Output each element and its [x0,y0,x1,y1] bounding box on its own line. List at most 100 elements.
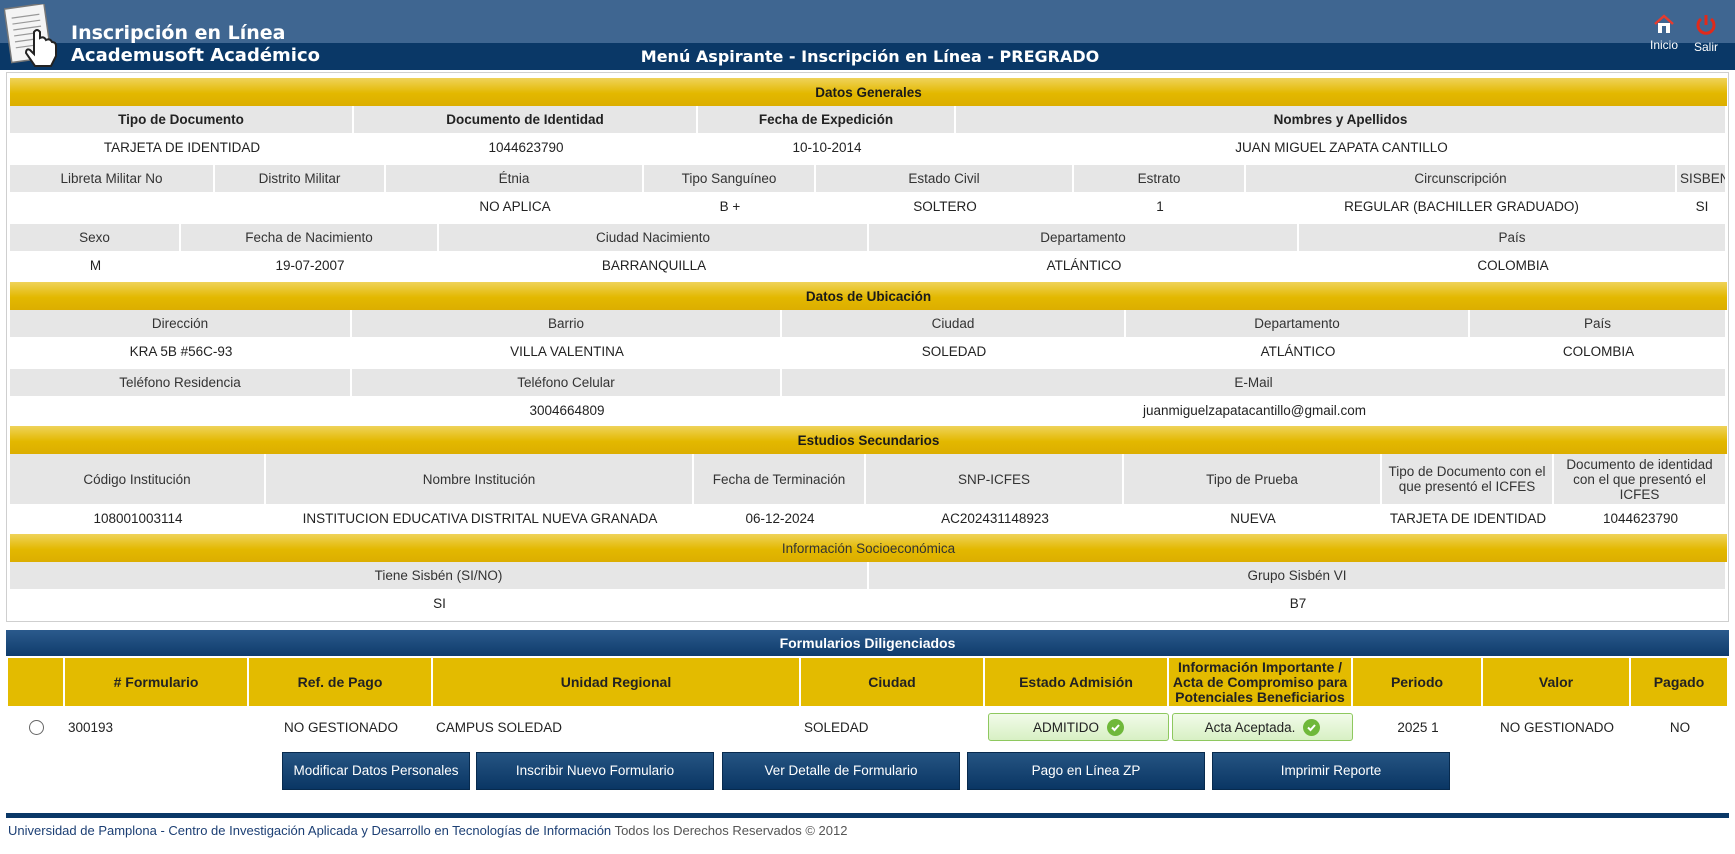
home-label: Inicio [1650,38,1679,52]
value-address: KRA 5B #56C-93 [10,337,352,365]
forms-table: # Formulario Ref. de Pago Unidad Regiona… [8,658,1729,748]
new-form-button[interactable]: Inscribir Nuevo Formulario [476,752,714,790]
secondary-studies-section: Estudios Secundarios Código Institución … [10,426,1727,532]
col-select [8,658,65,706]
value-country: COLOMBIA [1470,337,1727,365]
label-department: Departamento [1126,310,1470,337]
value-stratum: 1 [1074,192,1246,220]
value-test-type: NUEVA [1124,504,1382,532]
value-doc-type: TARJETA DE IDENTIDAD [10,133,354,161]
label-doc-type: Tipo de Documento [10,106,354,133]
label-civil-status: Estado Civil [816,165,1074,192]
value-civil-status: SOLTERO [816,192,1074,220]
location-row2: Teléfono Residencia Teléfono Celular E-M… [10,369,1727,424]
general-data-row3: Sexo Fecha de Nacimiento Ciudad Nacimien… [10,224,1727,279]
label-issue-date: Fecha de Expedición [698,106,956,133]
footer-divider [6,813,1729,818]
label-military-district: Distrito Militar [215,165,386,192]
form-detail-button[interactable]: Ver Detalle de Formulario [722,752,960,790]
value-sisben-group: B7 [869,589,1727,617]
value-period: 2025 1 [1397,719,1439,735]
check-icon [1107,718,1124,736]
value-form-number: 300193 [68,719,114,735]
home-link[interactable]: Inicio [1650,14,1678,52]
document-hand-icon [3,2,64,74]
value-department: ATLÁNTICO [1126,337,1470,365]
online-payment-button[interactable]: Pago en Línea ZP [967,752,1205,790]
label-military-card: Libreta Militar No [10,165,215,192]
value-military-district [215,192,386,220]
table-row[interactable]: 300193 NO GESTIONADO CAMPUS SOLEDAD SOLE… [8,706,1729,748]
label-birth-city: Ciudad Nacimiento [439,224,869,251]
power-icon [1694,14,1718,39]
value-ethnicity: NO APLICA [386,192,644,220]
logout-link[interactable]: Salir [1694,14,1718,54]
value-paid: NO [1669,719,1691,735]
value-regional-unit: CAMPUS SOLEDAD [436,719,563,735]
label-blood-type: Tipo Sanguíneo [644,165,816,192]
label-doc-id: Documento de Identidad [354,106,698,133]
value-country: COLOMBIA [1299,251,1727,279]
label-neighborhood: Barrio [352,310,782,337]
label-sisben-group: Grupo Sisbén VI [869,562,1727,589]
app-title: Inscripción en Línea [71,22,286,44]
label-stratum: Estrato [1074,165,1246,192]
col-admission-status: Estado Admisión [985,658,1169,706]
value-amount: NO GESTIONADO [1499,719,1614,735]
label-has-sisben: Tiene Sisbén (SI/NO) [10,562,869,589]
footer: Universidad de Pamplona - Centro de Inve… [8,823,847,838]
value-home-phone [10,396,352,424]
value-issue-date: 10-10-2014 [698,133,956,161]
section-title: Información Socioeconómica [10,534,1727,562]
col-paid: Pagado [1631,658,1729,706]
value-payment-ref: NO GESTIONADO [283,719,398,735]
label-icfes-doc-type: Tipo de Documento con el que presentó el… [1382,454,1554,504]
footer-link[interactable]: Universidad de Pamplona - Centro de Inve… [8,823,611,838]
edit-personal-data-button[interactable]: Modificar Datos Personales [282,752,470,790]
section-title: Datos de Ubicación [10,282,1727,310]
label-snp-icfes: SNP-ICFES [866,454,1124,504]
value-snp-icfes: AC202431148923 [866,504,1124,532]
value-institution-name: INSTITUCION EDUCATIVA DISTRITAL NUEVA GR… [266,504,694,532]
col-city: Ciudad [801,658,985,706]
socioeconomic-section: Información Socioeconómica Tiene Sisbén … [10,534,1727,617]
print-report-button[interactable]: Imprimir Reporte [1212,752,1450,790]
value-birth-city: BARRANQUILLA [439,251,869,279]
admission-status-badge: ADMITIDO [988,713,1169,741]
value-city: SOLEDAD [804,719,869,735]
col-form-number: # Formulario [65,658,249,706]
value-military-card [10,192,215,220]
agreement-status-badge[interactable]: Acta Aceptada. [1172,713,1353,741]
form-select-radio[interactable] [29,719,44,735]
label-city: Ciudad [782,310,1126,337]
value-icfes-doc-id: 1044623790 [1554,504,1727,532]
label-email: E-Mail [782,369,1727,396]
label-country: País [1470,310,1727,337]
label-mobile-phone: Teléfono Celular [352,369,782,396]
label-department: Departamento [869,224,1299,251]
admission-status-label: ADMITIDO [1033,719,1099,735]
general-data-row2: Libreta Militar No Distrito Militar Étni… [10,165,1727,220]
value-city: SOLEDAD [782,337,1126,365]
value-has-sisben: SI [10,589,869,617]
app-subtitle: Academusoft Académico [71,45,320,66]
label-test-type: Tipo de Prueba [1124,454,1382,504]
label-icfes-doc-id: Documento de identidad con el que presen… [1554,454,1727,504]
value-institution-code: 108001003114 [10,504,266,532]
footer-rights: Todos los Derechos Reservados © 2012 [614,823,848,838]
label-circumscription: Circunscripción [1246,165,1677,192]
value-department: ATLÁNTICO [869,251,1299,279]
logout-label: Salir [1694,40,1719,54]
label-address: Dirección [10,310,352,337]
label-ethnicity: Étnia [386,165,644,192]
value-mobile-phone: 3004664809 [352,396,782,424]
value-circumscription: REGULAR (BACHILLER GRADUADO) [1246,192,1677,220]
home-icon [1650,14,1678,37]
value-sex: M [10,251,181,279]
agreement-status-label: Acta Aceptada. [1204,719,1296,735]
label-sex: Sexo [10,224,181,251]
location-section: Datos de Ubicación Dirección Barrio Ciud… [10,282,1727,365]
value-email: juanmiguelzapatacantillo@gmail.com [782,396,1727,424]
label-full-name: Nombres y Apellidos [956,106,1727,133]
col-important-info: Información Importante / Acta de Comprom… [1169,658,1353,706]
